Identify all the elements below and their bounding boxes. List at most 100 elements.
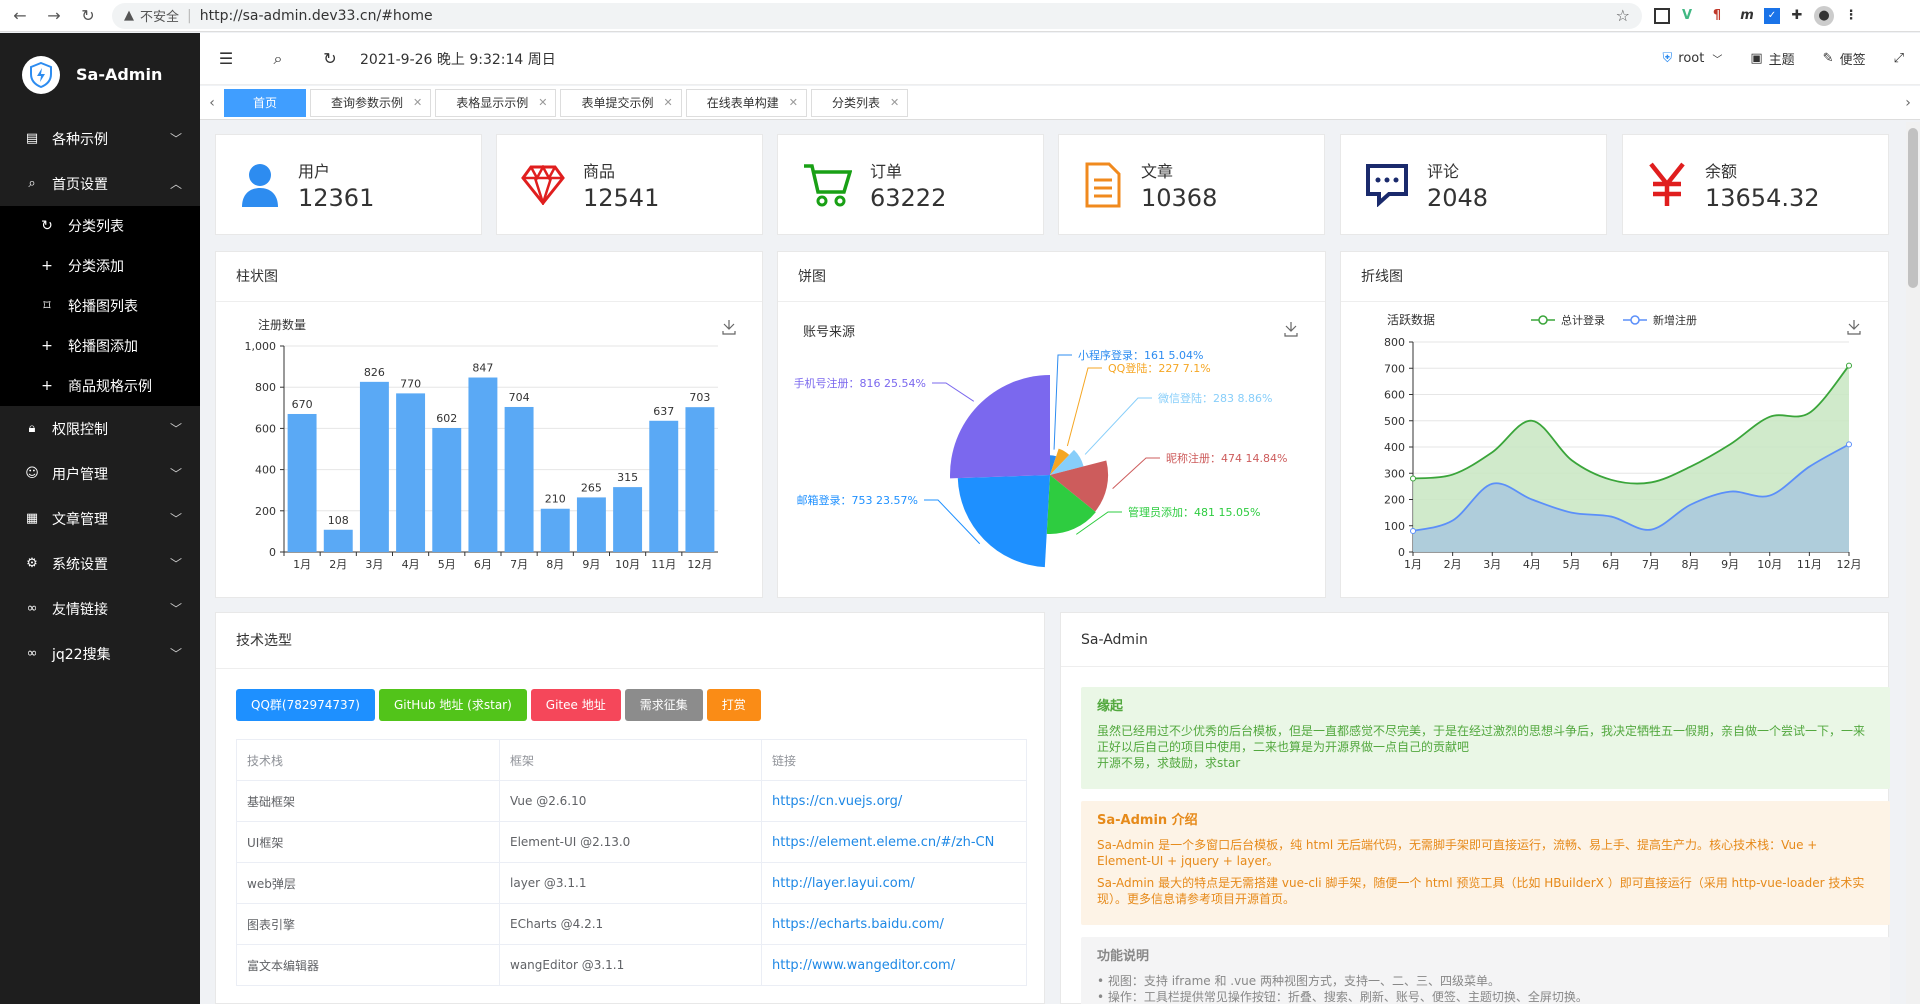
table-link[interactable]: http://www.wangeditor.com/ bbox=[772, 958, 955, 973]
tab-query-params[interactable]: 查询参数示例 ✕ bbox=[310, 88, 432, 117]
refresh-icon[interactable]: ↻ bbox=[304, 49, 356, 68]
close-icon[interactable]: ✕ bbox=[538, 96, 547, 109]
download-icon bbox=[1847, 320, 1861, 335]
tab-form-builder[interactable]: 在线表单构建 ✕ bbox=[685, 88, 807, 117]
sidebar-item-jq22[interactable]: ∞ jq22搜集 ﹀ bbox=[0, 631, 200, 676]
theme-button[interactable]: ▣ 主题 bbox=[1750, 49, 1794, 68]
table-link[interactable]: https://cn.vuejs.org/ bbox=[772, 794, 902, 809]
address-bar[interactable]: ▲ 不安全 | http://sa-admin.dev33.cn/#home ☆ bbox=[112, 2, 1642, 29]
intro-section: Sa-Admin 介绍 Sa-Admin 是一个多窗口后台模板，纯 html 无… bbox=[1081, 801, 1890, 925]
sidebar-item-permissions[interactable]: 🔒︎ 权限控制 ﹀ bbox=[0, 406, 200, 451]
chevron-up-icon: ︿ bbox=[169, 177, 182, 191]
slice-label: 昵称注册：474 14.84% bbox=[1166, 451, 1287, 465]
stat-value: 2048 bbox=[1427, 183, 1489, 212]
scrollbar-thumb[interactable] bbox=[1908, 128, 1918, 288]
table-link[interactable]: https://echarts.baidu.com/ bbox=[772, 917, 944, 932]
feedback-button[interactable]: 需求征集 bbox=[624, 689, 703, 721]
github-button[interactable]: GitHub 地址 (求star) bbox=[378, 689, 527, 721]
y-tick-label: 200 bbox=[1384, 494, 1405, 507]
table-link[interactable]: https://element.eleme.cn/#/zh-CN bbox=[772, 835, 994, 850]
x-tick-label: 6月 bbox=[1602, 558, 1620, 571]
sidebar-subitem-carousel-list[interactable]: ⌑ 轮播图列表 bbox=[0, 286, 200, 326]
reload-icon[interactable]: ↻ bbox=[74, 6, 102, 25]
qq-group-button[interactable]: QQ群(782974737) bbox=[236, 689, 375, 721]
tab-scroll-right-icon[interactable]: › bbox=[1896, 95, 1920, 111]
puzzle-icon[interactable]: ✚ bbox=[1784, 6, 1810, 26]
extension-icon[interactable] bbox=[1654, 7, 1670, 24]
menu-toggle-icon[interactable]: ☰ bbox=[200, 49, 252, 68]
table-cell: 图表引擎 bbox=[236, 903, 500, 945]
back-icon[interactable]: ← bbox=[6, 6, 34, 25]
sidebar-item-examples[interactable]: ▤ 各种示例 ﹀ bbox=[0, 116, 200, 161]
fullscreen-icon[interactable]: ⤢ bbox=[1894, 51, 1904, 66]
page-scrollbar[interactable] bbox=[1906, 122, 1920, 1004]
table-link[interactable]: http://layer.layui.com/ bbox=[772, 876, 915, 891]
user-menu[interactable]: ⛨ root ﹀ bbox=[1663, 51, 1723, 66]
y-tick-label: 200 bbox=[255, 505, 276, 518]
paragraph-icon[interactable]: ¶ bbox=[1704, 6, 1730, 26]
search-icon[interactable]: ⌕ bbox=[252, 49, 304, 69]
tab-scroll-left-icon[interactable]: ‹ bbox=[200, 95, 224, 111]
tab-label: 分类列表 bbox=[831, 96, 880, 110]
x-tick-label: 6月 bbox=[474, 558, 492, 571]
notes-button[interactable]: ✎ 便签 bbox=[1823, 49, 1866, 68]
y-tick-label: 300 bbox=[1384, 467, 1405, 480]
file-icon: ▤ bbox=[25, 131, 39, 146]
sidebar-item-home-settings[interactable]: ⌕ 首页设置 ︿ bbox=[0, 161, 200, 206]
sidebar-item-label: 友情链接 bbox=[52, 601, 108, 618]
x-tick-label: 5月 bbox=[1563, 558, 1581, 571]
tab-category-list[interactable]: 分类列表 ✕ bbox=[810, 88, 909, 117]
close-icon[interactable]: ✕ bbox=[413, 96, 422, 109]
sidebar-item-label: 权限控制 bbox=[52, 421, 108, 438]
notes-label: 便签 bbox=[1839, 53, 1866, 68]
bar bbox=[468, 377, 498, 552]
sidebar-item-articles[interactable]: ▦ 文章管理 ﹀ bbox=[0, 496, 200, 541]
url-text: http://sa-admin.dev33.cn/#home bbox=[199, 7, 433, 24]
user-icon bbox=[242, 163, 278, 207]
stat-card-articles: 文章 10368 bbox=[1058, 134, 1325, 235]
tab-label: 表格显示示例 bbox=[456, 96, 529, 110]
forward-icon[interactable]: → bbox=[40, 6, 68, 25]
close-icon[interactable]: ✕ bbox=[664, 96, 673, 109]
label-leader bbox=[1084, 397, 1152, 455]
bar bbox=[359, 381, 389, 552]
tab-form-submit[interactable]: 表单提交示例 ✕ bbox=[560, 88, 682, 117]
translate-icon[interactable]: ✓ bbox=[1764, 7, 1780, 24]
chevron-down-icon: ﹀ bbox=[169, 132, 182, 146]
table-header-row: 技术栈 框架 链接 bbox=[236, 739, 1027, 781]
brand[interactable]: Sa-Admin bbox=[0, 33, 200, 116]
data-point bbox=[1410, 475, 1416, 482]
m-extension-icon[interactable]: m bbox=[1734, 6, 1760, 26]
link-icon: ∞ bbox=[26, 646, 38, 661]
section-text: 开源不易，求鼓励，求star bbox=[1097, 756, 1241, 770]
bar bbox=[613, 487, 643, 552]
gitee-button[interactable]: Gitee 地址 bbox=[530, 689, 621, 721]
bookmark-icon: ⌑ bbox=[43, 298, 51, 314]
profile-icon[interactable]: ● bbox=[1814, 5, 1834, 26]
close-icon[interactable]: ✕ bbox=[789, 96, 798, 109]
tab-table-display[interactable]: 表格显示示例 ✕ bbox=[435, 88, 557, 117]
vue-devtools-icon[interactable]: V bbox=[1674, 6, 1700, 26]
bookmark-star-icon[interactable]: ☆ bbox=[1616, 6, 1630, 25]
sidebar-subitem-category-add[interactable]: + 分类添加 bbox=[0, 246, 200, 286]
x-tick-label: 1月 bbox=[293, 558, 311, 571]
panel-title: 柱状图 bbox=[216, 252, 762, 302]
table-row: 基础框架 Vue @2.6.10 https://cn.vuejs.org/ bbox=[236, 780, 1027, 822]
bar bbox=[540, 508, 570, 552]
sidebar-item-users[interactable]: ☺ 用户管理 ﹀ bbox=[0, 451, 200, 496]
sidebar-subitem-spec-example[interactable]: + 商品规格示例 bbox=[0, 366, 200, 406]
menu-dots-icon[interactable]: ⋮ bbox=[1838, 6, 1864, 26]
close-icon[interactable]: ✕ bbox=[890, 96, 899, 109]
doc-icon: ▦ bbox=[25, 511, 39, 526]
sidebar-subitem-category-list[interactable]: ↻ 分类列表 bbox=[0, 206, 200, 246]
theme-icon: ▣ bbox=[1750, 51, 1763, 66]
sidebar-item-links[interactable]: ∞ 友情链接 ﹀ bbox=[0, 586, 200, 631]
table-cell: web弹层 bbox=[236, 862, 500, 904]
bar-chart: 注册数量 0 200 400 600 800 1,000 670 1月 108 2月 826 3月 770… bbox=[245, 317, 736, 571]
data-label: 602 bbox=[436, 412, 457, 425]
tab-home[interactable]: 首页 bbox=[224, 88, 307, 117]
donate-button[interactable]: 打赏 bbox=[706, 689, 761, 721]
sidebar-item-settings[interactable]: ⚙ 系统设置 ﹀ bbox=[0, 541, 200, 586]
sidebar-subitem-label: 商品规格示例 bbox=[68, 379, 152, 395]
sidebar-subitem-carousel-add[interactable]: + 轮播图添加 bbox=[0, 326, 200, 366]
